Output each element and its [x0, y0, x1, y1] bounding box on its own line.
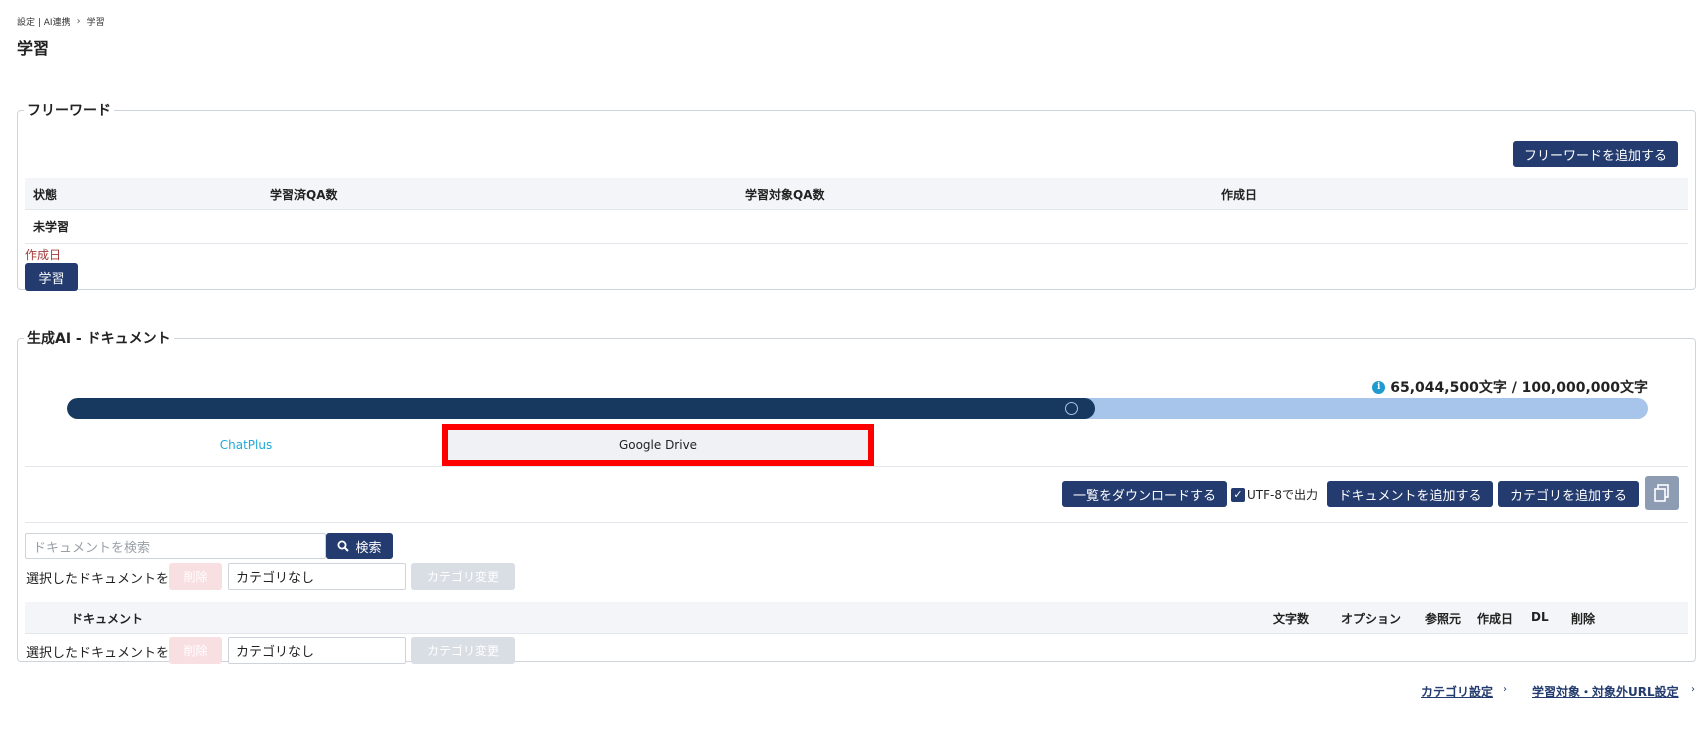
utf8-option[interactable]: ✓ UTF-8で出力 — [1231, 486, 1318, 503]
utf8-label: UTF-8で出力 — [1247, 488, 1318, 502]
search-icon — [337, 540, 350, 552]
created-label: 作成日 — [25, 248, 62, 262]
col-status: 状態 — [33, 188, 58, 202]
usage-progress-fill — [67, 398, 1095, 419]
page-title: 学習 — [17, 39, 50, 58]
info-icon: i — [1372, 380, 1386, 394]
usage-text: 65,044,500文字 / 100,000,000文字 — [1390, 380, 1648, 396]
col-document: ドキュメント — [71, 612, 144, 626]
document-search-input[interactable]: ドキュメントを検索 — [25, 533, 326, 559]
learn-button[interactable]: 学習 — [25, 263, 78, 291]
category-select-bottom[interactable]: カテゴリなし — [228, 637, 406, 664]
col-reference: 参照元 — [1425, 612, 1462, 626]
tabs-divider — [25, 466, 1688, 467]
usage-counter: i 65,044,500文字 / 100,000,000文字 — [1372, 377, 1648, 397]
col-target-qa: 学習対象QA数 — [745, 188, 825, 202]
tab-google-drive[interactable]: Google Drive — [442, 424, 874, 466]
progress-knob-icon — [1065, 402, 1078, 415]
search-button[interactable]: 検索 — [326, 533, 393, 559]
toolbar-divider — [25, 522, 1688, 523]
change-category-button-bottom[interactable]: カテゴリ変更 — [411, 637, 515, 664]
checkbox-checked-icon[interactable]: ✓ — [1231, 487, 1245, 502]
add-freeword-button[interactable]: フリーワードを追加する — [1513, 141, 1678, 167]
col-created: 作成日 — [1221, 188, 1258, 202]
url-settings-link[interactable]: 学習対象・対象外URL設定 — [1532, 683, 1679, 700]
freeword-panel: フリーワード フリーワードを追加する 状態 学習済QA数 学習対象QA数 作成日… — [17, 100, 1696, 291]
change-category-button[interactable]: カテゴリ変更 — [411, 563, 515, 590]
selected-docs-label-bottom: 選択したドキュメントを — [26, 646, 170, 661]
category-select[interactable]: カテゴリなし — [228, 563, 406, 590]
usage-progress-bar — [67, 398, 1648, 419]
delete-selected-button[interactable]: 削除 — [169, 563, 222, 590]
breadcrumb-current: 学習 — [86, 18, 105, 28]
download-list-button[interactable]: 一覧をダウンロードする — [1062, 481, 1227, 507]
delete-selected-button-bottom[interactable]: 削除 — [169, 637, 222, 664]
col-dl: DL — [1531, 610, 1549, 624]
col-created: 作成日 — [1477, 612, 1514, 626]
add-category-button[interactable]: カテゴリを追加する — [1498, 481, 1639, 507]
search-button-label: 検索 — [355, 540, 382, 556]
documents-table-header: ドキュメント 文字数 オプション 参照元 作成日 DL 削除 — [25, 602, 1688, 634]
copy-button[interactable] — [1645, 476, 1679, 510]
copy-icon — [1654, 484, 1669, 502]
col-chars: 文字数 — [1273, 612, 1310, 626]
documents-panel: 生成AI - ドキュメント i 65,044,500文字 / 100,000,0… — [17, 328, 1696, 664]
freeword-legend: フリーワード — [27, 103, 111, 119]
breadcrumb: 設定 | AI連携 › 学習 — [17, 15, 105, 28]
add-document-button[interactable]: ドキュメントを追加する — [1327, 481, 1493, 507]
chevron-right-icon: › — [76, 16, 81, 27]
selected-docs-label: 選択したドキュメントを — [26, 572, 170, 587]
col-delete: 削除 — [1571, 612, 1596, 626]
col-options: オプション — [1341, 612, 1402, 626]
row-divider — [25, 243, 1688, 244]
chevron-right-icon: › — [1503, 684, 1507, 695]
tab-chatplus[interactable]: ChatPlus — [56, 429, 436, 461]
freeword-table-header: 状態 学習済QA数 学習対象QA数 作成日 — [25, 178, 1688, 210]
category-settings-link[interactable]: カテゴリ設定 — [1421, 683, 1493, 700]
col-learned-qa: 学習済QA数 — [270, 188, 338, 202]
documents-legend: 生成AI - ドキュメント — [27, 331, 171, 347]
freeword-status-value: 未学習 — [33, 220, 70, 234]
breadcrumb-parent[interactable]: 設定 | AI連携 — [17, 15, 71, 28]
chevron-right-icon: › — [1691, 684, 1695, 695]
